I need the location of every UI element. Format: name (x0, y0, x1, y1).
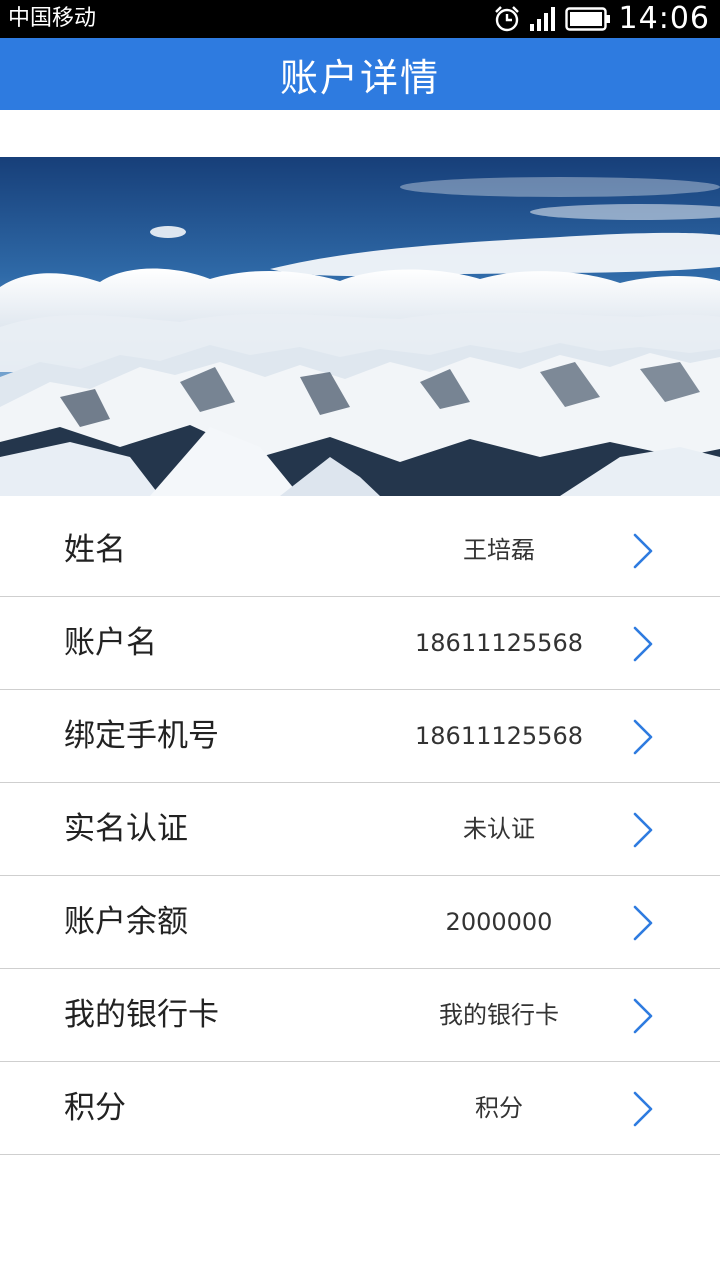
app-bar: 账户详情 (0, 38, 720, 110)
list-item[interactable]: 实名认证 未认证 (0, 783, 720, 876)
row-value: 积分 (475, 1094, 523, 1122)
chevron-right-icon (633, 812, 653, 848)
list-item[interactable]: 账户名 18611125568 (0, 597, 720, 690)
row-label: 姓名 (64, 532, 126, 568)
chevron-right-icon (633, 626, 653, 662)
row-label: 积分 (64, 1090, 126, 1126)
list-item[interactable]: 姓名 王培磊 (0, 504, 720, 597)
status-icons: 14:06 (493, 0, 710, 38)
chevron-right-icon (633, 998, 653, 1034)
list-item[interactable]: 积分 积分 (0, 1062, 720, 1155)
row-label: 绑定手机号 (64, 718, 219, 754)
status-time: 14:06 (618, 1, 710, 36)
row-label: 我的银行卡 (64, 997, 219, 1033)
row-value: 未认证 (463, 815, 535, 843)
list-item[interactable]: 我的银行卡 我的银行卡 (0, 969, 720, 1062)
row-label: 实名认证 (64, 811, 188, 847)
banner-image (0, 157, 720, 496)
row-value: 我的银行卡 (439, 1001, 559, 1029)
chevron-right-icon (633, 905, 653, 941)
chevron-right-icon (633, 533, 653, 569)
row-value: 2000000 (445, 908, 553, 936)
signal-icon (529, 7, 555, 31)
row-label: 账户名 (64, 625, 157, 661)
account-details-list: 姓名 王培磊 账户名 18611125568 绑定手机号 18611125568… (0, 504, 720, 1155)
row-value: 18611125568 (415, 629, 583, 657)
alarm-icon (494, 6, 519, 32)
chevron-right-icon (633, 1091, 653, 1127)
carrier-name: 中国移动 (8, 6, 97, 31)
list-item[interactable]: 绑定手机号 18611125568 (0, 690, 720, 783)
row-value: 王培磊 (463, 536, 535, 564)
list-item[interactable]: 账户余额 2000000 (0, 876, 720, 969)
row-label: 账户余额 (64, 904, 188, 940)
row-value: 18611125568 (415, 722, 583, 750)
status-bar: 中国移动 14:06 (0, 0, 720, 38)
chevron-right-icon (633, 719, 653, 755)
battery-icon (564, 7, 610, 31)
page-title: 账户详情 (279, 55, 440, 100)
mountain-illustration (0, 157, 720, 496)
